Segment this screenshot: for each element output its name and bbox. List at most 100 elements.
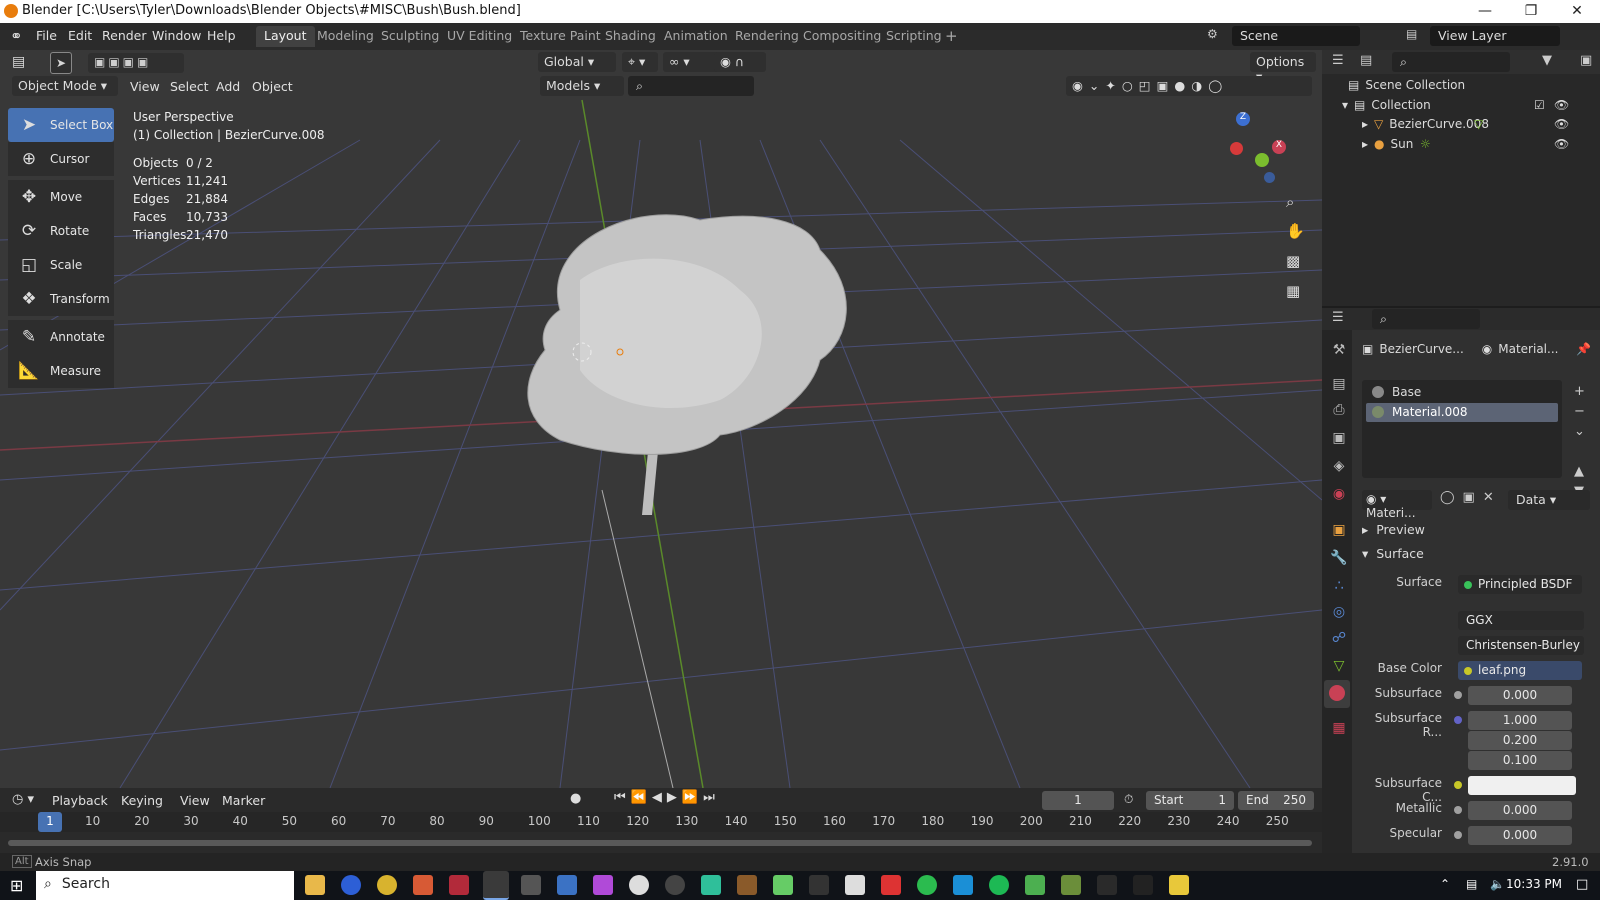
zoom-icon[interactable]: ⌕ xyxy=(1286,193,1294,211)
properties-editor-icon[interactable]: ☰ xyxy=(1332,310,1344,325)
app-icon-white[interactable] xyxy=(629,875,649,895)
viewport-menu-add[interactable]: Add xyxy=(216,79,240,94)
menu-edit[interactable]: Edit xyxy=(68,28,92,43)
proportional-editing-toggle[interactable]: ◉ ∩ xyxy=(714,52,766,72)
chrome-icon[interactable] xyxy=(377,875,397,895)
new-collection-icon[interactable]: ▣ xyxy=(1580,53,1592,68)
record-icon[interactable]: ● xyxy=(570,791,581,806)
blender-menu-icon[interactable]: ⚭ xyxy=(10,27,23,45)
timeline-menu-marker[interactable]: Marker xyxy=(222,793,265,808)
app-icon-green-circle[interactable] xyxy=(917,875,937,895)
close-button[interactable]: ✕ xyxy=(1554,0,1600,23)
file-explorer-icon[interactable] xyxy=(305,875,325,895)
tool-select-box[interactable]: ➤ Select Box xyxy=(8,108,114,142)
slot-controls[interactable]: +−⌄▲▼ xyxy=(1574,382,1585,502)
tab-sculpting[interactable]: Sculpting xyxy=(373,26,447,47)
material-browse-dropdown[interactable]: ◉ ▾ Materi... xyxy=(1362,490,1432,520)
menu-render[interactable]: Render xyxy=(102,28,147,43)
constraints-tab-icon[interactable]: ☍ xyxy=(1330,630,1348,648)
view-layer-field[interactable]: View Layer xyxy=(1430,26,1560,46)
selection-mode-icons[interactable]: ▣▣▣▣ xyxy=(88,53,184,73)
viewport-menu-view[interactable]: View xyxy=(130,79,160,94)
subsurface-field[interactable]: 0.000 xyxy=(1468,686,1572,705)
link-data-dropdown[interactable]: Data ▾ xyxy=(1508,490,1590,510)
tab-shading[interactable]: Shading xyxy=(597,26,664,47)
base-color-texture-field[interactable]: leaf.png xyxy=(1458,661,1582,680)
select-tool-icon[interactable]: ➤ xyxy=(50,52,72,74)
menu-file[interactable]: File xyxy=(36,28,57,43)
checkbox-icon[interactable]: ☑ xyxy=(1534,98,1545,112)
display-mode-icon[interactable]: ▤ xyxy=(1360,53,1372,68)
app-icon-lightblue[interactable] xyxy=(953,875,973,895)
taskbar-search-box[interactable]: ⌕ Search xyxy=(36,871,294,900)
material-slot-row[interactable]: Base xyxy=(1368,383,1558,402)
material-tab[interactable] xyxy=(1324,680,1350,708)
tab-layout[interactable]: Layout xyxy=(256,26,315,47)
tool-measure[interactable]: 📐 Measure xyxy=(8,354,114,388)
tool-annotate[interactable]: ✎ Annotate xyxy=(8,320,114,354)
timeline-menu-view[interactable]: View xyxy=(180,793,210,808)
start-frame-field[interactable]: Start 1 xyxy=(1146,791,1234,810)
app-icon-leaf[interactable] xyxy=(1025,875,1045,895)
collection-row[interactable]: ▾ ▤ Collection ☑ 👁 xyxy=(1342,98,1600,112)
outliner-editor-icon[interactable]: ☰ xyxy=(1332,53,1344,68)
subsurface-color-swatch[interactable] xyxy=(1468,776,1576,795)
gizmo-y-icon[interactable] xyxy=(1255,153,1269,167)
app-icon-orange[interactable] xyxy=(413,875,433,895)
gizmo-neg-x-icon[interactable] xyxy=(1230,142,1243,155)
view-layer-tab-icon[interactable]: ▣ xyxy=(1330,430,1348,448)
object-tab-icon[interactable]: ▣ xyxy=(1330,522,1348,540)
viewport-search-input[interactable]: ⌕ xyxy=(628,76,754,96)
particles-tab-icon[interactable]: ∴ xyxy=(1330,578,1348,596)
viewport-menu-object[interactable]: Object xyxy=(252,79,293,94)
ortho-grid-icon[interactable]: ▦ xyxy=(1286,282,1300,300)
app-icon-chevron[interactable] xyxy=(1133,875,1153,895)
network-icon[interactable]: ▤ xyxy=(1466,877,1477,891)
eye-icon[interactable]: 👁 xyxy=(1554,117,1569,131)
windows-start-icon[interactable]: ⊞ xyxy=(10,876,23,895)
menu-help[interactable]: Help xyxy=(207,28,236,43)
menu-window[interactable]: Window xyxy=(152,28,201,43)
pan-hand-icon[interactable]: ✋ xyxy=(1286,222,1305,240)
current-frame-field[interactable]: 1 xyxy=(1042,791,1114,810)
app-icon-brown[interactable] xyxy=(737,875,757,895)
tool-rotate[interactable]: ⟳ Rotate xyxy=(8,214,114,248)
object-mode-dropdown[interactable]: Object Mode ▾ xyxy=(12,76,118,96)
material-actions-icons[interactable]: ◯▣✕ xyxy=(1440,490,1502,505)
tool-move[interactable]: ✥ Move xyxy=(8,180,114,214)
scene-collection-row[interactable]: ▤ Scene Collection xyxy=(1348,78,1465,92)
subsurface-radius-y-field[interactable]: 0.200 xyxy=(1468,731,1572,750)
properties-search-input[interactable]: ⌕ xyxy=(1372,309,1480,329)
app-icon-photo[interactable] xyxy=(557,875,577,895)
material-slot-row-selected[interactable]: Material.008 xyxy=(1366,403,1558,422)
options-dropdown[interactable]: Options ▾ xyxy=(1250,52,1316,84)
physics-tab-icon[interactable]: ◎ xyxy=(1330,604,1348,622)
app-icon-epic[interactable] xyxy=(845,875,865,895)
notification-icon[interactable]: □ xyxy=(1576,877,1588,892)
camera-icon[interactable]: ▩ xyxy=(1286,252,1300,270)
tab-modeling[interactable]: Modeling xyxy=(309,26,382,47)
tool-scale[interactable]: ◱ Scale xyxy=(8,248,114,282)
scene-tab-icon[interactable]: ◈ xyxy=(1330,458,1348,476)
tab-compositing[interactable]: Compositing xyxy=(795,26,889,47)
viewport-shading-controls[interactable]: ◉⌄✦○◰▣●◑◯ xyxy=(1066,76,1312,96)
taskbar-clock[interactable]: 10:33 PM xyxy=(1506,877,1562,891)
surface-shader-field[interactable]: Principled BSDF xyxy=(1458,575,1582,594)
pivot-dropdown[interactable]: ⌖ ▾ xyxy=(622,52,658,72)
pin-icon[interactable]: 📌 xyxy=(1576,342,1591,356)
app-icon-yellow[interactable] xyxy=(1169,875,1189,895)
metallic-field[interactable]: 0.000 xyxy=(1468,801,1572,820)
preview-panel-header[interactable]: ▸ Preview xyxy=(1362,522,1425,537)
app-icon-gray[interactable] xyxy=(521,875,541,895)
minecraft-icon[interactable] xyxy=(1061,875,1081,895)
gizmo-neg-z-icon[interactable] xyxy=(1264,172,1275,183)
tray-chevron-icon[interactable]: ⌃ xyxy=(1440,877,1450,891)
specular-field[interactable]: 0.000 xyxy=(1468,826,1572,845)
timeline-menu-playback[interactable]: Playback xyxy=(52,793,108,808)
editor-type-icon[interactable]: ▤ xyxy=(12,54,25,70)
gizmo-x-icon[interactable]: X xyxy=(1272,140,1286,154)
output-tab-icon[interactable]: ⎙ xyxy=(1330,402,1348,420)
render-tab-icon[interactable]: ▤ xyxy=(1330,376,1348,394)
end-frame-field[interactable]: End 250 xyxy=(1238,791,1314,810)
subsurface-radius-x-field[interactable]: 1.000 xyxy=(1468,711,1572,730)
